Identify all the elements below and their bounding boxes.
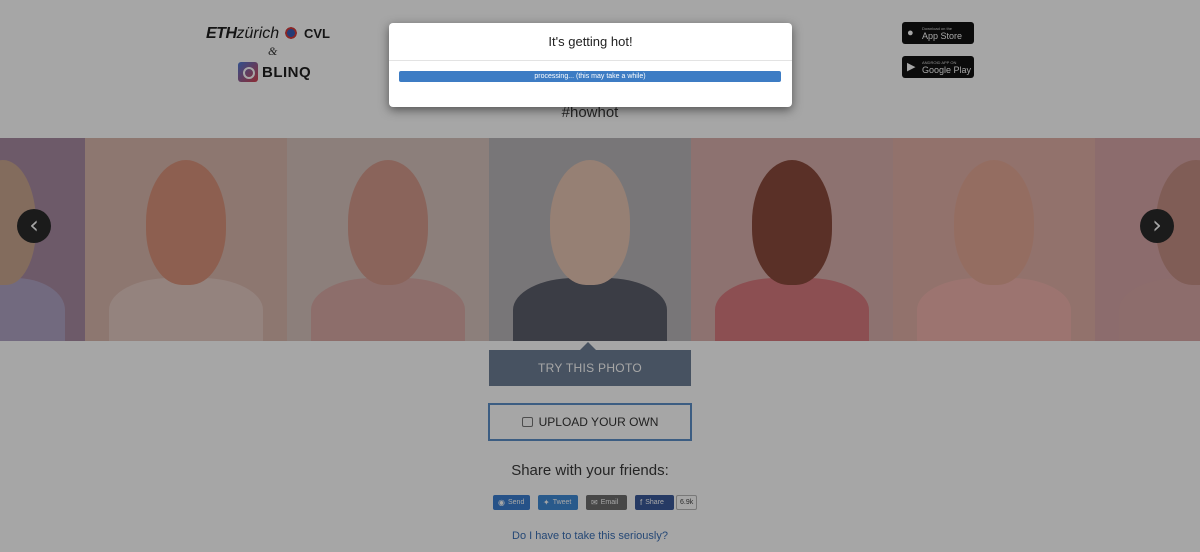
modal-title: It's getting hot! <box>389 23 792 61</box>
progress-bar: processing... (this may take a while) <box>399 71 781 82</box>
processing-modal: It's getting hot! processing... (this ma… <box>389 23 792 107</box>
